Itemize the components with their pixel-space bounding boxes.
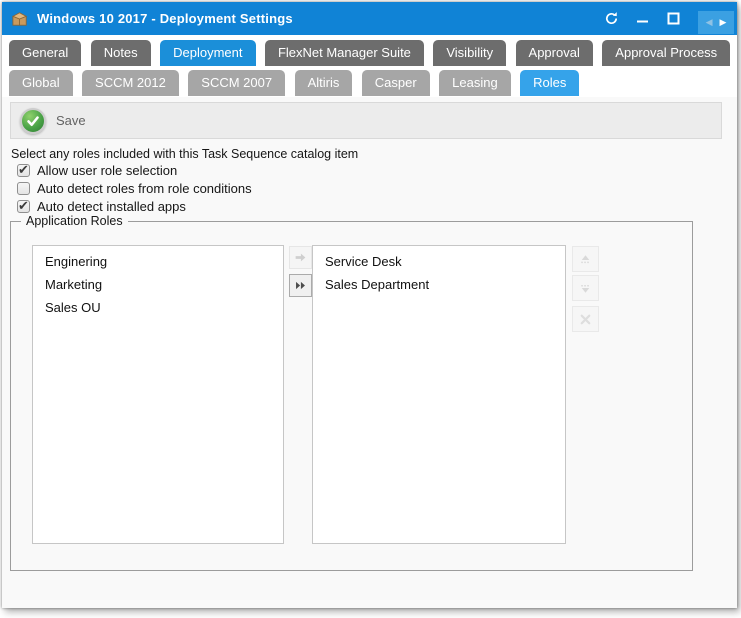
checkbox-box[interactable] bbox=[17, 200, 30, 213]
tab-roles[interactable]: Roles bbox=[520, 70, 579, 96]
minimize-button[interactable] bbox=[630, 7, 655, 31]
package-icon bbox=[11, 11, 29, 27]
primary-tab-strip: General Notes Deployment FlexNet Manager… bbox=[2, 35, 737, 66]
checkbox-allow-user-role-selection[interactable]: Allow user role selection bbox=[17, 163, 177, 178]
tab-sccm-2007[interactable]: SCCM 2007 bbox=[188, 70, 285, 96]
tab-visibility[interactable]: Visibility bbox=[433, 40, 506, 66]
save-button[interactable]: Save bbox=[11, 103, 100, 138]
tab-sccm-2012[interactable]: SCCM 2012 bbox=[82, 70, 179, 96]
list-item[interactable]: Sales Department bbox=[313, 273, 565, 296]
tab-casper[interactable]: Casper bbox=[362, 70, 430, 96]
tab-general[interactable]: General bbox=[9, 40, 81, 66]
maximize-button[interactable] bbox=[661, 7, 686, 31]
secondary-tab-strip: Global SCCM 2012 SCCM 2007 Altiris Caspe… bbox=[2, 66, 737, 97]
checkbox-label: Allow user role selection bbox=[37, 163, 177, 178]
add-all-roles-button[interactable] bbox=[289, 274, 312, 297]
double-arrow-right-icon bbox=[294, 279, 307, 292]
group-title: Application Roles bbox=[21, 214, 128, 228]
window-title: Windows 10 2017 - Deployment Settings bbox=[37, 11, 293, 26]
arrow-down-icon bbox=[578, 281, 593, 296]
refresh-icon bbox=[604, 11, 619, 26]
maximize-icon bbox=[667, 12, 680, 25]
checkbox-label: Auto detect installed apps bbox=[37, 199, 186, 214]
checkbox-box[interactable] bbox=[17, 182, 30, 195]
tab-scroll-box: ◀ ▶ bbox=[698, 11, 734, 34]
minimize-icon bbox=[636, 12, 649, 25]
screenshot-stage: Windows 10 2017 - Deployment Settings bbox=[0, 0, 741, 618]
roles-tab-content: Save Select any roles included with this… bbox=[2, 97, 737, 608]
tab-scroll-right-icon[interactable]: ▶ bbox=[720, 18, 727, 27]
instruction-text: Select any roles included with this Task… bbox=[11, 147, 358, 161]
save-check-icon bbox=[20, 108, 46, 134]
delete-x-icon bbox=[578, 312, 593, 327]
arrow-right-icon bbox=[294, 251, 307, 264]
tab-leasing[interactable]: Leasing bbox=[439, 70, 511, 96]
checkbox-box[interactable] bbox=[17, 164, 30, 177]
list-item[interactable]: Service Desk bbox=[313, 250, 565, 273]
list-item[interactable]: Sales OU bbox=[33, 296, 283, 319]
tab-global[interactable]: Global bbox=[9, 70, 73, 96]
add-role-button[interactable] bbox=[289, 246, 312, 269]
save-button-label: Save bbox=[56, 113, 86, 128]
arrow-up-icon bbox=[578, 252, 593, 267]
checkbox-label: Auto detect roles from role conditions bbox=[37, 181, 252, 196]
checkbox-auto-detect-installed-apps[interactable]: Auto detect installed apps bbox=[17, 199, 186, 214]
move-down-button[interactable] bbox=[572, 275, 599, 301]
remove-role-button[interactable] bbox=[572, 306, 599, 332]
tab-scroll-left-icon[interactable]: ◀ bbox=[706, 18, 713, 27]
title-bar: Windows 10 2017 - Deployment Settings bbox=[2, 2, 737, 35]
tab-altiris[interactable]: Altiris bbox=[295, 70, 353, 96]
tab-notes[interactable]: Notes bbox=[91, 40, 151, 66]
tab-approval[interactable]: Approval bbox=[516, 40, 593, 66]
toolbar: Save bbox=[10, 102, 722, 139]
available-roles-list[interactable]: Enginering Marketing Sales OU bbox=[32, 245, 284, 544]
tab-approval-process[interactable]: Approval Process bbox=[602, 40, 730, 66]
tab-deployment[interactable]: Deployment bbox=[160, 40, 255, 66]
tab-flexnet-manager-suite[interactable]: FlexNet Manager Suite bbox=[265, 40, 424, 66]
assigned-roles-list[interactable]: Service Desk Sales Department bbox=[312, 245, 566, 544]
list-item[interactable]: Enginering bbox=[33, 250, 283, 273]
refresh-button[interactable] bbox=[599, 7, 624, 31]
checkbox-auto-detect-roles[interactable]: Auto detect roles from role conditions bbox=[17, 181, 252, 196]
application-roles-group: Application Roles Enginering Marketing S… bbox=[10, 221, 693, 571]
deployment-settings-window: Windows 10 2017 - Deployment Settings bbox=[2, 2, 737, 608]
list-item[interactable]: Marketing bbox=[33, 273, 283, 296]
move-up-button[interactable] bbox=[572, 246, 599, 272]
